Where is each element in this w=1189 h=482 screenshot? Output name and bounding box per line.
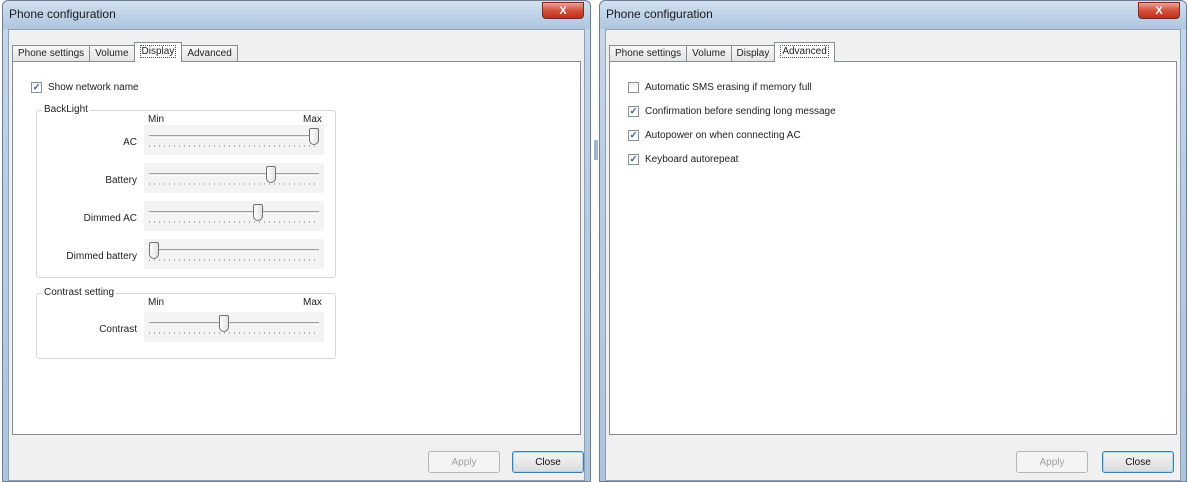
tab-label: Volume (692, 48, 726, 59)
contrast-group: Contrast setting Min Max Contrast (36, 287, 336, 359)
window-close-button[interactable]: X (542, 2, 584, 19)
min-label: Min (148, 114, 165, 125)
window-title: Phone configuration (9, 7, 116, 21)
max-label: Max (303, 297, 322, 308)
dialog-footer: Apply Close (9, 440, 584, 480)
tab-advanced[interactable]: Advanced (774, 42, 835, 62)
slider-thumb[interactable] (149, 242, 159, 259)
dimmed-ac-slider[interactable] (144, 201, 324, 231)
tab-label: Display (736, 48, 770, 59)
close-button[interactable]: Close (512, 451, 584, 473)
tab-label: Display (139, 45, 177, 58)
dimmed-ac-label: Dimmed AC (83, 213, 137, 224)
group-label: Contrast setting (42, 287, 117, 298)
checkbox-label: Confirmation before sending long message (645, 106, 836, 117)
tab-volume[interactable]: Volume (89, 45, 135, 62)
checkbox-label: Autopower on when connecting AC (645, 130, 801, 141)
slider-track (149, 211, 319, 214)
dialog-body: Phone settings Volume Display Advanced A… (605, 29, 1181, 481)
group-label: BackLight (42, 104, 90, 115)
title-bar[interactable]: Phone configuration X (3, 1, 590, 29)
slider-thumb[interactable] (265, 166, 276, 183)
checkbox-label: Keyboard autorepeat (645, 154, 739, 165)
ac-label: AC (123, 137, 137, 148)
close-icon: X (559, 4, 567, 17)
slider-track (149, 173, 319, 176)
window-close-button[interactable]: X (1138, 2, 1180, 19)
slider-ticks (149, 332, 319, 334)
apply-button[interactable]: Apply (428, 451, 500, 473)
slider-track (149, 249, 319, 252)
advanced-tab-panel: Automatic SMS erasing if memory full ✓ C… (609, 61, 1177, 435)
window-edge (594, 140, 598, 160)
checkbox-box[interactable]: ✓ (628, 130, 639, 141)
window-title: Phone configuration (606, 7, 713, 21)
dimmed-battery-label: Dimmed battery (66, 251, 137, 262)
close-icon: X (1155, 4, 1163, 17)
dialog-body: Phone settings Volume Display Advanced ✓… (8, 29, 585, 481)
checkbox-box[interactable]: ✓ (628, 154, 639, 165)
battery-label: Battery (105, 175, 137, 186)
tab-label: Advanced (780, 45, 829, 58)
battery-slider[interactable] (144, 163, 324, 193)
checkbox-box[interactable]: ✓ (31, 82, 42, 93)
title-bar[interactable]: Phone configuration X (600, 1, 1186, 29)
slider-ticks (149, 145, 319, 147)
checkbox-box[interactable]: ✓ (628, 106, 639, 117)
keyboard-autorepeat-checkbox[interactable]: ✓ Keyboard autorepeat (628, 154, 738, 165)
show-network-name-checkbox[interactable]: ✓ Show network name (31, 82, 139, 93)
tab-phone-settings[interactable]: Phone settings (609, 45, 688, 62)
slider-track (149, 322, 319, 325)
tab-advanced[interactable]: Advanced (181, 45, 238, 62)
tab-label: Phone settings (615, 48, 682, 59)
slider-thumb[interactable] (219, 315, 230, 332)
checkbox-label: Show network name (48, 82, 139, 93)
tab-display[interactable]: Display (730, 45, 776, 62)
slider-ticks (149, 259, 319, 261)
dialog-footer: Apply Close (606, 440, 1180, 480)
tab-label: Phone settings (18, 48, 85, 59)
tab-strip: Phone settings Volume Display Advanced (12, 42, 238, 62)
tab-phone-settings[interactable]: Phone settings (12, 45, 91, 62)
confirm-long-message-checkbox[interactable]: ✓ Confirmation before sending long messa… (628, 106, 836, 117)
tab-strip: Phone settings Volume Display Advanced (609, 42, 835, 62)
ac-slider[interactable] (144, 125, 324, 155)
auto-sms-erase-checkbox[interactable]: Automatic SMS erasing if memory full (628, 82, 812, 93)
phone-configuration-window-advanced: Phone configuration X Phone settings Vol… (599, 0, 1187, 482)
display-tab-panel: ✓ Show network name BackLight Min Max AC… (12, 61, 581, 435)
slider-ticks (149, 221, 319, 223)
min-label: Min (148, 297, 165, 308)
max-label: Max (303, 114, 322, 125)
autopower-ac-checkbox[interactable]: ✓ Autopower on when connecting AC (628, 130, 801, 141)
contrast-label: Contrast (99, 324, 137, 335)
close-button[interactable]: Close (1102, 451, 1174, 473)
slider-ticks (149, 183, 319, 185)
checkbox-box[interactable] (628, 82, 639, 93)
backlight-group: BackLight Min Max AC Battery Dimmed AC D… (36, 104, 336, 278)
checkbox-label: Automatic SMS erasing if memory full (645, 82, 812, 93)
tab-label: Advanced (187, 48, 232, 59)
tab-volume[interactable]: Volume (686, 45, 732, 62)
apply-button[interactable]: Apply (1016, 451, 1088, 473)
tab-label: Volume (95, 48, 129, 59)
slider-thumb[interactable] (309, 128, 319, 145)
tab-display[interactable]: Display (133, 42, 183, 62)
slider-thumb[interactable] (253, 204, 263, 221)
contrast-slider[interactable] (144, 312, 324, 342)
slider-track (149, 135, 319, 138)
dimmed-battery-slider[interactable] (144, 239, 324, 269)
phone-configuration-window-display: Phone configuration X Phone settings Vol… (2, 0, 591, 482)
